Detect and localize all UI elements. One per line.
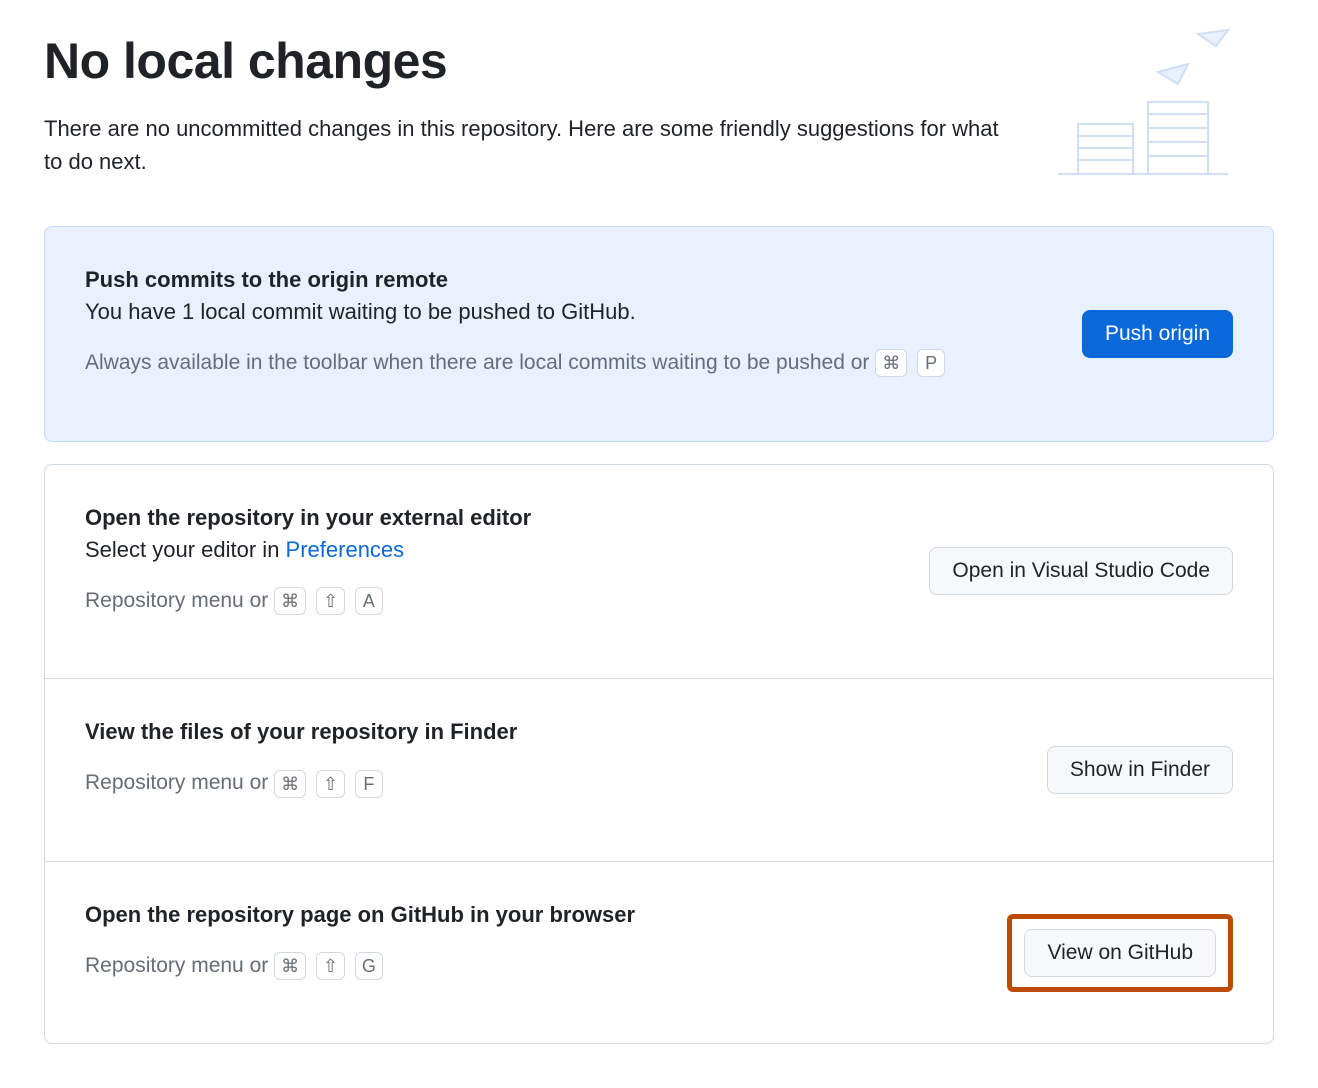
paper-stack-illustration	[1048, 24, 1238, 184]
push-card-desc: You have 1 local commit waiting to be pu…	[85, 299, 1050, 325]
push-card-title: Push commits to the origin remote	[85, 267, 1050, 293]
show-in-finder-button[interactable]: Show in Finder	[1047, 746, 1233, 794]
show-finder-row: View the files of your repository in Fin…	[45, 678, 1273, 861]
kbd-shift: ⇧	[316, 952, 345, 980]
kbd-cmd: ⌘	[274, 587, 306, 615]
kbd-f: F	[355, 770, 383, 798]
view-on-github-button[interactable]: View on GitHub	[1024, 929, 1216, 977]
push-origin-card: Push commits to the origin remote You ha…	[44, 226, 1274, 442]
push-origin-button[interactable]: Push origin	[1082, 310, 1233, 358]
open-editor-desc: Select your editor in Preferences	[85, 537, 897, 563]
highlight-annotation: View on GitHub	[1007, 914, 1233, 992]
kbd-g: G	[355, 952, 383, 980]
view-github-hint: Repository menu or ⌘ ⇧ G	[85, 949, 975, 983]
kbd-cmd: ⌘	[875, 349, 907, 377]
show-finder-hint: Repository menu or ⌘ ⇧ F	[85, 766, 1015, 800]
kbd-shift: ⇧	[316, 587, 345, 615]
actions-card-group: Open the repository in your external edi…	[44, 464, 1274, 1045]
show-finder-title: View the files of your repository in Fin…	[85, 719, 1015, 745]
open-editor-hint: Repository menu or ⌘ ⇧ A	[85, 584, 897, 618]
kbd-cmd: ⌘	[274, 952, 306, 980]
kbd-shift: ⇧	[316, 770, 345, 798]
kbd-p: P	[917, 349, 945, 377]
preferences-link[interactable]: Preferences	[286, 537, 405, 562]
page-subtitle: There are no uncommitted changes in this…	[44, 112, 1004, 178]
open-in-vscode-button[interactable]: Open in Visual Studio Code	[929, 547, 1233, 595]
open-editor-row: Open the repository in your external edi…	[45, 465, 1273, 679]
view-github-row: Open the repository page on GitHub in yo…	[45, 861, 1273, 1044]
push-card-hint: Always available in the toolbar when the…	[85, 346, 1050, 380]
open-editor-title: Open the repository in your external edi…	[85, 505, 897, 531]
kbd-a: A	[355, 587, 383, 615]
view-github-title: Open the repository page on GitHub in yo…	[85, 902, 975, 928]
kbd-cmd: ⌘	[274, 770, 306, 798]
